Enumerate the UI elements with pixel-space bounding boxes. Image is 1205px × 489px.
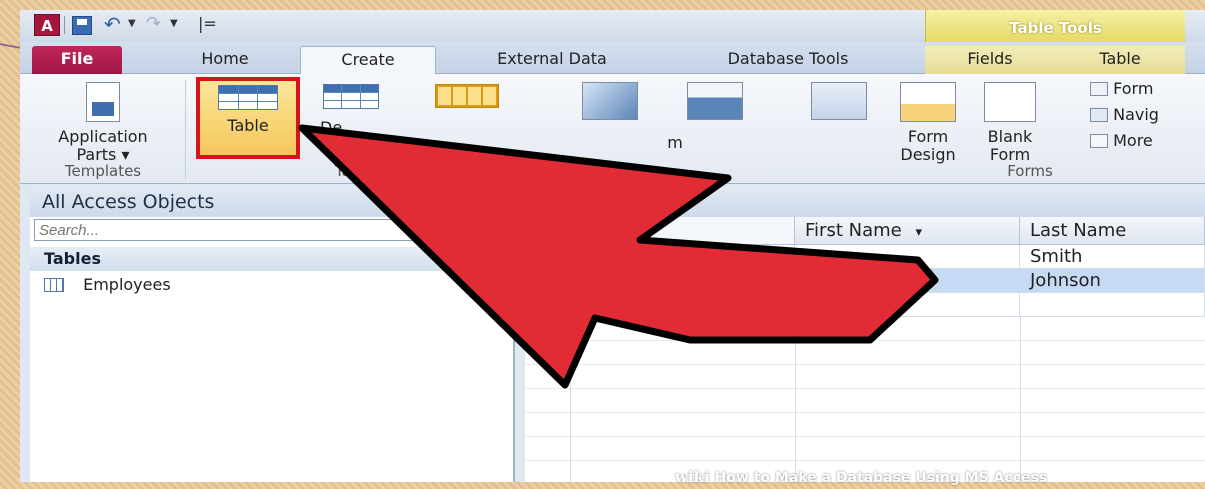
tab-table[interactable]: Table bbox=[1055, 46, 1185, 74]
navigation-icon bbox=[1090, 108, 1108, 122]
redo-dropdown-icon[interactable]: ▼ bbox=[170, 18, 178, 29]
form-button-partial[interactable]: m bbox=[660, 134, 690, 152]
nav-group-label: Tables bbox=[44, 249, 101, 268]
nav-pane-title[interactable]: All Access Objects bbox=[30, 187, 515, 217]
form-wizard-icon bbox=[1090, 82, 1108, 96]
row-selector-current[interactable] bbox=[525, 269, 570, 293]
navigation-label: Navig bbox=[1113, 105, 1159, 124]
application-parts-button[interactable]: Application Parts ▾ bbox=[28, 82, 178, 164]
grid-line bbox=[1020, 317, 1021, 482]
datasheet-view: First Name ▾ Last Name Smith 2012 Johnso… bbox=[525, 187, 1205, 482]
form-design-label-line1: Form bbox=[907, 127, 949, 146]
column-label: First Name bbox=[805, 220, 902, 241]
application-parts-label-line1: Application bbox=[58, 127, 148, 146]
table-tools-label: Table Tools bbox=[1009, 19, 1102, 37]
grid-line bbox=[570, 317, 571, 482]
last-name-column-header[interactable]: Last Name bbox=[1020, 217, 1205, 245]
table-icon bbox=[218, 85, 278, 110]
sharepoint-lists-button[interactable] bbox=[432, 84, 502, 108]
blank-form-button[interactable]: Blank Form bbox=[975, 82, 1045, 164]
new-record-cell[interactable] bbox=[1020, 293, 1205, 317]
tab-home[interactable]: Home bbox=[180, 46, 270, 74]
save-icon[interactable] bbox=[72, 16, 92, 35]
empty-grid-area bbox=[525, 317, 1205, 482]
form-button[interactable] bbox=[804, 82, 874, 120]
form-icon bbox=[811, 82, 867, 120]
id-column-header[interactable] bbox=[570, 217, 795, 245]
more-forms-icon bbox=[1090, 134, 1108, 148]
form-design-label-line2: Design bbox=[900, 145, 956, 164]
datasheet-tab-strip bbox=[525, 187, 1205, 217]
forms-group-label: Forms bbox=[1007, 162, 1053, 180]
column-dropdown-icon[interactable]: ▾ bbox=[915, 225, 922, 240]
sharepoint-lists-icon bbox=[435, 84, 499, 108]
ribbon-tabs: File Home Create External Data Database … bbox=[20, 42, 1205, 75]
query-wizard-icon bbox=[582, 82, 638, 120]
tab-external-data[interactable]: External Data bbox=[464, 46, 640, 74]
tables-group-label-partial: Tab bbox=[335, 162, 361, 180]
first-name-cell[interactable] bbox=[795, 245, 1020, 269]
table-tools-header: Table Tools bbox=[925, 10, 1185, 42]
id-cell[interactable]: 2012 bbox=[570, 269, 795, 293]
table-design-icon bbox=[323, 84, 379, 109]
new-record-cell[interactable] bbox=[570, 293, 795, 317]
table-button-label: Table bbox=[227, 116, 269, 135]
customize-toolbar-icon[interactable]: |= bbox=[198, 14, 217, 33]
new-record-row-selector[interactable]: * bbox=[525, 293, 570, 317]
form-design-icon bbox=[900, 82, 956, 122]
blank-form-label-line1: Blank bbox=[987, 127, 1033, 146]
grid-line bbox=[795, 317, 796, 482]
form-wizard-button[interactable]: Form bbox=[1090, 80, 1153, 98]
tab-database-tools[interactable]: Database Tools bbox=[688, 46, 888, 74]
form-design-button[interactable]: Form Design bbox=[888, 82, 968, 164]
table-design-label-partial: De bbox=[320, 118, 343, 137]
query-design-icon bbox=[687, 82, 743, 120]
table-icon bbox=[44, 278, 64, 292]
templates-group-label: Templates bbox=[64, 162, 142, 180]
nav-item-label: Employees bbox=[83, 275, 171, 294]
nav-search-input[interactable] bbox=[34, 219, 470, 241]
application-parts-icon bbox=[86, 82, 120, 122]
tab-create[interactable]: Create bbox=[300, 46, 436, 75]
table-button[interactable]: Table bbox=[196, 77, 300, 159]
nav-item-employees[interactable]: Employees bbox=[44, 275, 171, 294]
navigation-pane: All Access Objects Tables ⌃ Employees bbox=[30, 187, 515, 482]
toolbar-divider bbox=[64, 16, 65, 34]
blank-form-icon bbox=[984, 82, 1036, 122]
tab-fields[interactable]: Fields bbox=[925, 46, 1055, 74]
id-cell[interactable] bbox=[570, 245, 795, 269]
form-wizard-label: Form bbox=[1113, 79, 1154, 98]
nav-group-tables[interactable]: Tables ⌃ bbox=[30, 247, 500, 271]
query-wizard-button[interactable] bbox=[575, 82, 645, 120]
access-window: A ↶ ▼ ↷ ▼ |= Table Tools File Home Creat… bbox=[20, 10, 1205, 482]
row-selector[interactable] bbox=[525, 245, 570, 269]
undo-icon[interactable]: ↶ bbox=[104, 12, 121, 36]
undo-dropdown-icon[interactable]: ▼ bbox=[128, 18, 136, 29]
collapse-icon[interactable]: ⌃ bbox=[477, 249, 490, 267]
table-design-button[interactable]: De bbox=[316, 84, 386, 137]
query-design-button[interactable] bbox=[680, 82, 750, 120]
column-label: Last Name bbox=[1030, 220, 1127, 241]
watermark-brand: wiki bbox=[675, 468, 710, 486]
last-name-cell[interactable]: Smith bbox=[1020, 245, 1205, 269]
access-app-icon[interactable]: A bbox=[34, 14, 60, 36]
tab-file[interactable]: File bbox=[32, 46, 122, 74]
quick-access-toolbar: A ↶ ▼ ↷ ▼ |= Table Tools bbox=[20, 10, 1205, 42]
last-name-cell[interactable]: Johnson bbox=[1020, 269, 1205, 293]
redo-icon[interactable]: ↷ bbox=[146, 13, 161, 34]
first-name-column-header[interactable]: First Name ▾ bbox=[795, 217, 1020, 245]
first-name-cell[interactable] bbox=[795, 269, 1020, 293]
watermark: wiki How to Make a Database Using MS Acc… bbox=[675, 466, 1205, 489]
navigation-button[interactable]: Navig bbox=[1090, 106, 1159, 124]
more-forms-label: More bbox=[1113, 131, 1153, 150]
watermark-text: How to Make a Database Using MS Access bbox=[714, 470, 1048, 486]
group-divider bbox=[185, 80, 186, 180]
new-record-cell[interactable] bbox=[795, 293, 1020, 317]
more-forms-button[interactable]: More bbox=[1090, 132, 1153, 150]
